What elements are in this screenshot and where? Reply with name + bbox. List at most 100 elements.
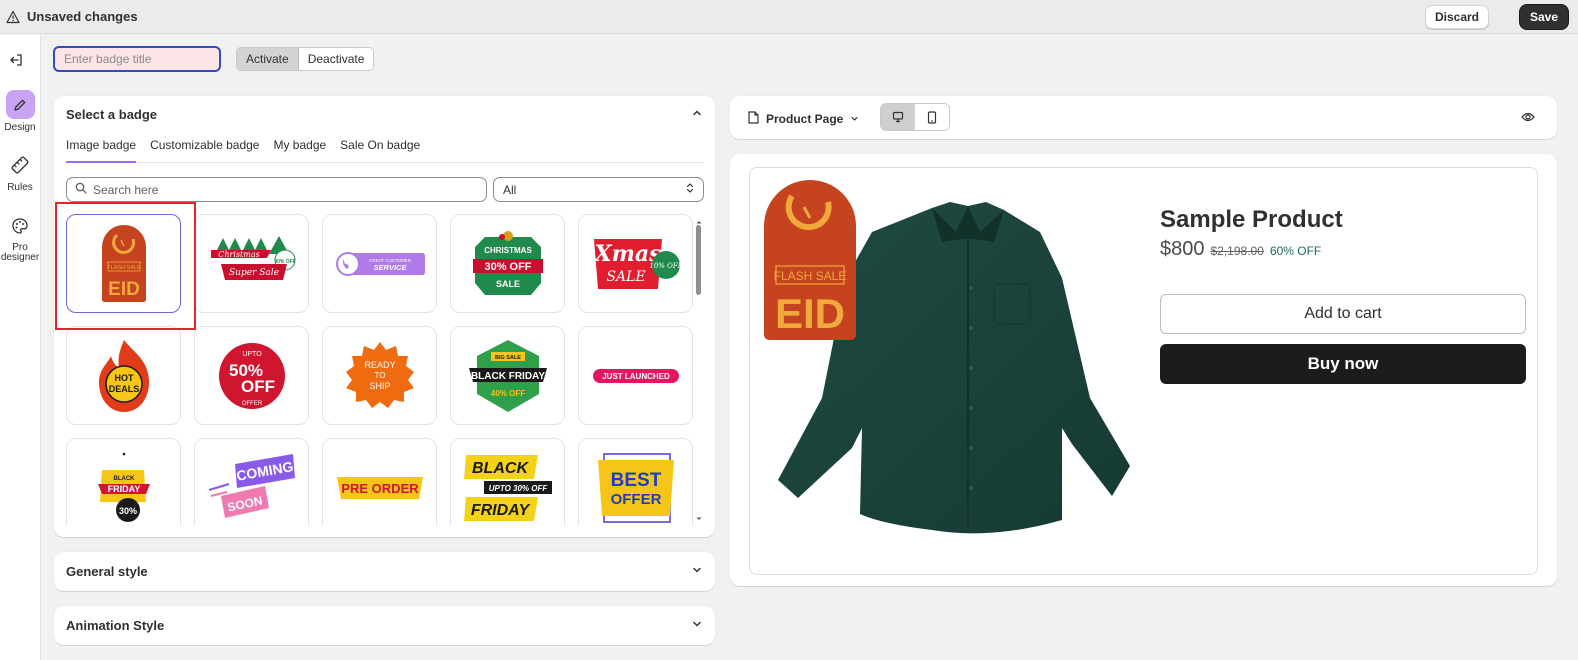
- badge-tile[interactable]: Xmas SALE 10% OFF: [578, 214, 693, 313]
- badge-text: FRIDAY: [470, 502, 530, 519]
- chevron-down-icon[interactable]: [691, 618, 703, 633]
- badge-text: UPTO 30% OFF: [488, 484, 548, 493]
- deactivate-button[interactable]: Deactivate: [298, 48, 374, 70]
- badge-tile[interactable]: COMING SOON: [194, 438, 309, 526]
- badge-tile[interactable]: READY TO SHIP: [322, 326, 437, 425]
- pre-order-badge: PRE ORDER: [336, 476, 423, 499]
- chevron-up-icon[interactable]: [691, 107, 703, 122]
- badge-text: BLACK: [472, 460, 529, 477]
- palette-icon: [6, 211, 35, 240]
- desktop-icon[interactable]: [881, 104, 915, 130]
- badge-tile[interactable]: UPTO 50% OFF OFFER: [194, 326, 309, 425]
- badge-tile[interactable]: BEST OFFER: [578, 438, 693, 526]
- badge-text: BIG SALE: [495, 355, 521, 361]
- badge-tile[interactable]: CHRISTMAS 30% OFF SALE: [450, 214, 565, 313]
- badge-tile[interactable]: JUST LAUNCHED: [578, 326, 693, 425]
- scrollbar-thumb[interactable]: [696, 225, 701, 295]
- badge-text: OFF: [241, 377, 275, 396]
- christmas-super-sale-badge: Christmas 30% OFF Super Sale: [210, 235, 295, 280]
- upto-50-off-badge: UPTO 50% OFF OFFER: [218, 342, 285, 409]
- general-style-section[interactable]: General style: [54, 552, 715, 591]
- badge-text: SERVICE: [373, 263, 407, 272]
- rail-item-label: Design: [4, 122, 36, 133]
- badge-text: BLACK FRIDAY: [470, 371, 544, 382]
- tab-customizable-badge[interactable]: Customizable badge: [150, 136, 259, 163]
- animation-style-section[interactable]: Animation Style: [54, 606, 715, 645]
- search-input[interactable]: [93, 182, 473, 197]
- select-badge-header[interactable]: Select a badge: [54, 96, 715, 132]
- badge-tile[interactable]: GREAT CUSTOMER SERVICE: [322, 214, 437, 313]
- coming-soon-badge: COMING SOON: [208, 453, 295, 518]
- animation-style-title: Animation Style: [66, 618, 165, 633]
- badge-tile[interactable]: HOT DEALS: [66, 326, 181, 425]
- black-friday-30-badge: BLACK FRIDAY 30%: [97, 452, 150, 522]
- search-icon: [75, 182, 87, 197]
- product-preview: FLASH SALE EID Sample Product $800 $2,19…: [730, 154, 1557, 586]
- badge-text: JUST LAUNCHED: [602, 372, 670, 381]
- page-type-label: Product Page: [766, 112, 844, 126]
- tab-my-badge[interactable]: My badge: [273, 136, 326, 163]
- tab-image-badge[interactable]: Image badge: [66, 136, 137, 163]
- chevron-down-icon: [850, 112, 859, 126]
- add-to-cart-button[interactable]: Add to cart: [1160, 294, 1526, 334]
- badge-tile[interactable]: Christmas 30% OFF Super Sale: [194, 214, 309, 313]
- warning-icon: [6, 10, 20, 24]
- badge-text: UPTO: [242, 351, 262, 358]
- badge-text: TO: [374, 371, 385, 380]
- general-style-title: General style: [66, 564, 148, 579]
- badge-text: OFFER: [241, 401, 262, 407]
- rail-item-rules[interactable]: Rules: [0, 150, 40, 193]
- buy-now-button[interactable]: Buy now: [1160, 344, 1526, 384]
- badge-title-input[interactable]: [53, 46, 221, 72]
- badge-text: OFFER: [610, 491, 661, 508]
- badge-text: CHRISTMAS: [484, 246, 532, 255]
- xmas-sale-badge: Xmas SALE 10% OFF: [592, 238, 682, 289]
- product-price: $800: [1160, 238, 1205, 260]
- badge-text: SALE: [495, 279, 519, 289]
- best-offer-badge: BEST OFFER: [597, 452, 674, 523]
- filter-value: All: [503, 182, 517, 197]
- badge-tile[interactable]: BIG SALE BLACK FRIDAY 40% OFF: [450, 326, 565, 425]
- badge-text: PRE ORDER: [341, 481, 419, 496]
- badge-filter-select[interactable]: All: [493, 177, 704, 202]
- select-arrows-icon: [686, 182, 694, 197]
- exit-icon[interactable]: [8, 52, 24, 68]
- badge-tile[interactable]: BLACK FRIDAY 30%: [66, 438, 181, 526]
- badge-text: 30% OFF: [484, 261, 531, 273]
- save-button[interactable]: Save: [1518, 4, 1569, 30]
- christmas-30-off-badge: CHRISTMAS 30% OFF SALE: [472, 230, 543, 295]
- badge-tile[interactable]: PRE ORDER: [322, 438, 437, 526]
- overlay-flash-sale-badge: FLASH SALE EID: [764, 180, 856, 340]
- badge-grid-scrollbar[interactable]: [695, 214, 703, 526]
- rail-item-design[interactable]: Design: [0, 90, 40, 133]
- page-icon: [748, 111, 759, 127]
- activation-toggle: Activate Deactivate: [236, 47, 375, 71]
- page-type-select[interactable]: Product Page: [748, 111, 859, 127]
- discount-label: 60% OFF: [1269, 244, 1322, 258]
- badge-text: BLACK: [113, 476, 135, 482]
- badge-text: Super Sale: [229, 268, 279, 278]
- badge-tile[interactable]: BLACK UPTO 30% OFF FRIDAY: [450, 438, 565, 526]
- compare-price: $2,198.00: [1210, 244, 1264, 258]
- activate-button[interactable]: Activate: [237, 48, 299, 70]
- rail-item-pro-designer[interactable]: Pro designer: [0, 211, 40, 263]
- mobile-icon[interactable]: [915, 104, 949, 130]
- rail-item-label: Rules: [7, 182, 33, 193]
- discard-button[interactable]: Discard: [1424, 5, 1489, 29]
- eye-icon[interactable]: [1521, 111, 1535, 126]
- badge-text: READY: [364, 360, 395, 370]
- badge-text: FRIDAY: [107, 484, 140, 494]
- device-toggle: [880, 103, 950, 131]
- ready-to-ship-badge: READY TO SHIP: [345, 341, 414, 408]
- select-badge-title: Select a badge: [66, 107, 158, 122]
- badge-text: FLASH SALE: [774, 269, 847, 283]
- scroll-down-icon[interactable]: [695, 511, 703, 526]
- badge-tabs: Image badge Customizable badge My badge …: [66, 136, 704, 163]
- selection-highlight: [55, 202, 196, 330]
- tab-sale-on-badge[interactable]: Sale On badge: [340, 136, 420, 163]
- chevron-down-icon[interactable]: [691, 564, 703, 579]
- badge-search: [66, 177, 487, 202]
- product-preview-frame: FLASH SALE EID Sample Product $800 $2,19…: [749, 167, 1538, 575]
- customer-service-badge: GREAT CUSTOMER SERVICE: [335, 251, 425, 276]
- rail-item-label: designer: [0, 252, 40, 263]
